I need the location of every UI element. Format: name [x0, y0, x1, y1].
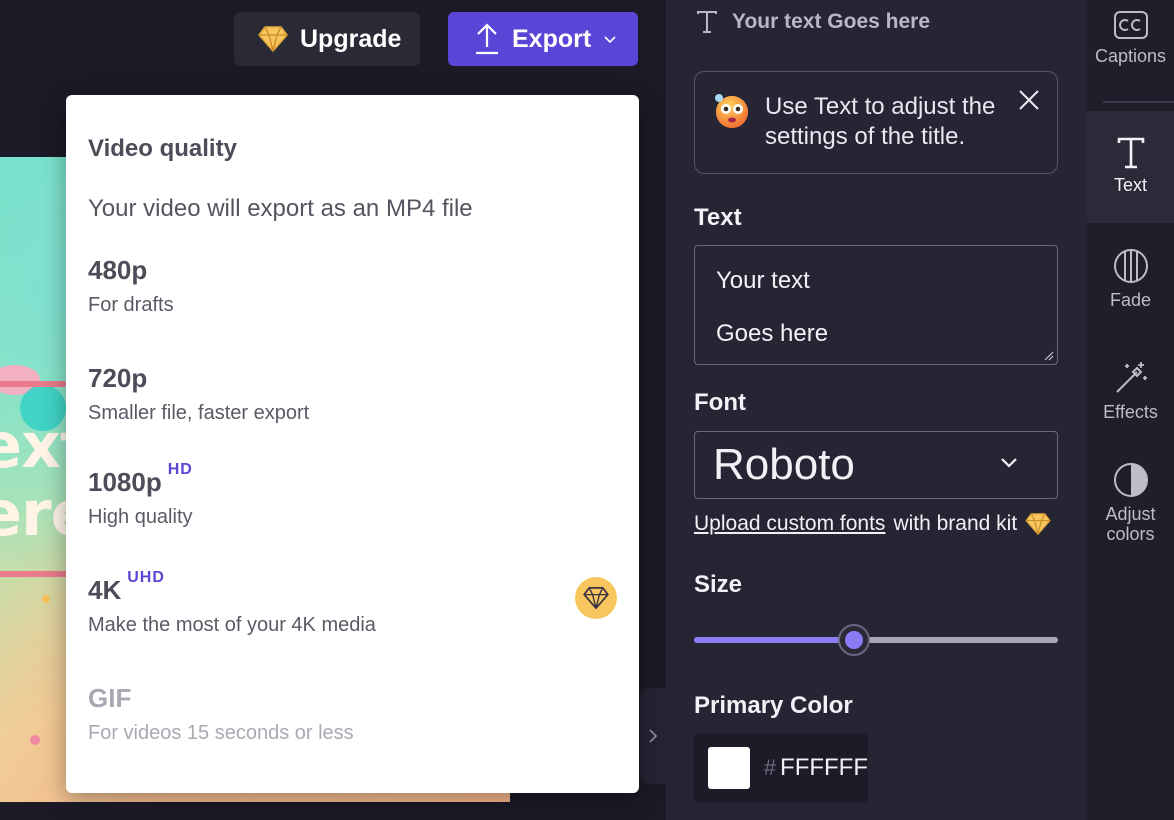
color-hash: #: [763, 755, 777, 780]
rail-label: Text: [1113, 175, 1147, 195]
rail-label: Fade: [1109, 290, 1152, 310]
quality-description: For videos 15 seconds or less: [88, 722, 354, 744]
export-button[interactable]: Export: [448, 12, 638, 66]
fade-icon: [1113, 249, 1148, 283]
font-select[interactable]: Roboto: [694, 431, 1058, 499]
chevron-down-icon: [1001, 458, 1017, 468]
text-line: Goes here: [716, 320, 829, 347]
export-quality-menu: Video quality Your video will export as …: [66, 95, 639, 793]
rail-item-effects[interactable]: Effects: [1087, 360, 1174, 422]
primary-color-label: Primary Color: [694, 692, 853, 719]
font-section-label: Font: [694, 389, 746, 416]
collapse-panel-handle[interactable]: [640, 688, 666, 784]
upgrade-button[interactable]: Upgrade: [234, 12, 420, 66]
right-tool-rail: Captions Text Fade Effects Adjust colors: [1087, 0, 1174, 820]
quality-option-720p[interactable]: 720p Smaller file, faster export: [88, 363, 617, 425]
size-section-label: Size: [694, 571, 743, 598]
selected-title-preview[interactable]: Your text Goes here: [696, 10, 930, 34]
size-slider[interactable]: [694, 624, 1058, 656]
editor-area: ext ere Upgrade Export Video quality You…: [0, 0, 666, 820]
emoji-icon: [715, 94, 748, 128]
primary-color-picker[interactable]: # FFFFFF: [694, 733, 868, 803]
upload-icon: [476, 23, 498, 55]
rail-divider: [1103, 101, 1174, 103]
export-label: Export: [512, 24, 592, 53]
rail-label: Effects: [1103, 402, 1158, 422]
quality-description: Make the most of your 4K media: [88, 614, 376, 636]
text-icon: [1117, 137, 1144, 169]
color-hex-value[interactable]: FFFFFF: [780, 754, 868, 782]
rail-item-captions[interactable]: Captions: [1087, 10, 1174, 66]
rail-label: Adjust colors: [1105, 504, 1156, 544]
text-input[interactable]: Your text Goes here: [694, 245, 1058, 365]
title-preview-text: Your text Goes here: [732, 10, 931, 33]
preview-decoration: [30, 735, 40, 745]
slider-thumb[interactable]: [838, 624, 871, 656]
uhd-badge: UHD: [127, 569, 165, 586]
font-value: Roboto: [713, 440, 855, 489]
upgrade-label: Upgrade: [300, 24, 402, 53]
rail-item-fade[interactable]: Fade: [1087, 248, 1174, 310]
quality-description: For drafts: [88, 294, 174, 316]
quality-title: GIF: [88, 683, 132, 713]
rail-item-text[interactable]: Text: [1087, 111, 1174, 223]
diamond-icon: [258, 26, 288, 52]
menu-subheading: Your video will export as an MP4 file: [88, 195, 473, 222]
quality-option-gif: GIF For videos 15 seconds or less: [88, 683, 617, 745]
slider-fill: [694, 637, 855, 643]
quality-option-480p[interactable]: 480p For drafts: [88, 255, 617, 317]
chevron-right-icon: [649, 729, 658, 743]
preview-bar: [0, 381, 70, 387]
quality-option-1080p[interactable]: 1080p HD High quality: [88, 461, 617, 529]
quality-description: Smaller file, faster export: [88, 402, 310, 424]
brand-kit-row: Upload custom fonts with brand kit: [694, 512, 1051, 536]
effects-icon: [1115, 362, 1147, 393]
quality-option-4k[interactable]: 4K UHD Make the most of your 4K media: [88, 569, 617, 637]
close-icon[interactable]: [1017, 88, 1041, 112]
captions-icon: [1113, 11, 1148, 39]
quality-title: 1080p: [88, 467, 162, 497]
quality-title: 4K: [88, 575, 122, 605]
brand-kit-text: with brand kit: [893, 512, 1018, 535]
text-icon: [697, 11, 717, 33]
text-section-label: Text: [694, 204, 742, 231]
hd-badge: HD: [167, 461, 193, 478]
color-swatch[interactable]: [708, 747, 750, 789]
tip-card: Use Text to adjust the settings of the t…: [694, 71, 1058, 174]
tip-text: Use Text to adjust the settings of the t…: [765, 93, 996, 150]
text-properties-panel: Your text Goes here Use Text to adjust t…: [666, 0, 1087, 820]
quality-title: 480p: [88, 255, 148, 285]
preview-decoration: [42, 595, 50, 603]
diamond-icon: [583, 587, 609, 609]
resize-handle-icon[interactable]: [1044, 351, 1054, 361]
adjust-colors-icon: [1113, 463, 1148, 497]
rail-label: Captions: [1094, 46, 1167, 66]
quality-title: 720p: [88, 363, 148, 393]
text-line: Your text: [716, 267, 810, 294]
rail-item-adjust-colors[interactable]: Adjust colors: [1087, 462, 1174, 544]
chevron-down-icon: [604, 36, 616, 44]
diamond-icon: [1025, 513, 1051, 535]
upload-custom-fonts-link[interactable]: Upload custom fonts: [694, 512, 885, 536]
premium-badge: [575, 577, 617, 619]
quality-description: High quality: [88, 506, 193, 528]
preview-bar: [0, 571, 70, 577]
menu-heading: Video quality: [88, 135, 237, 162]
